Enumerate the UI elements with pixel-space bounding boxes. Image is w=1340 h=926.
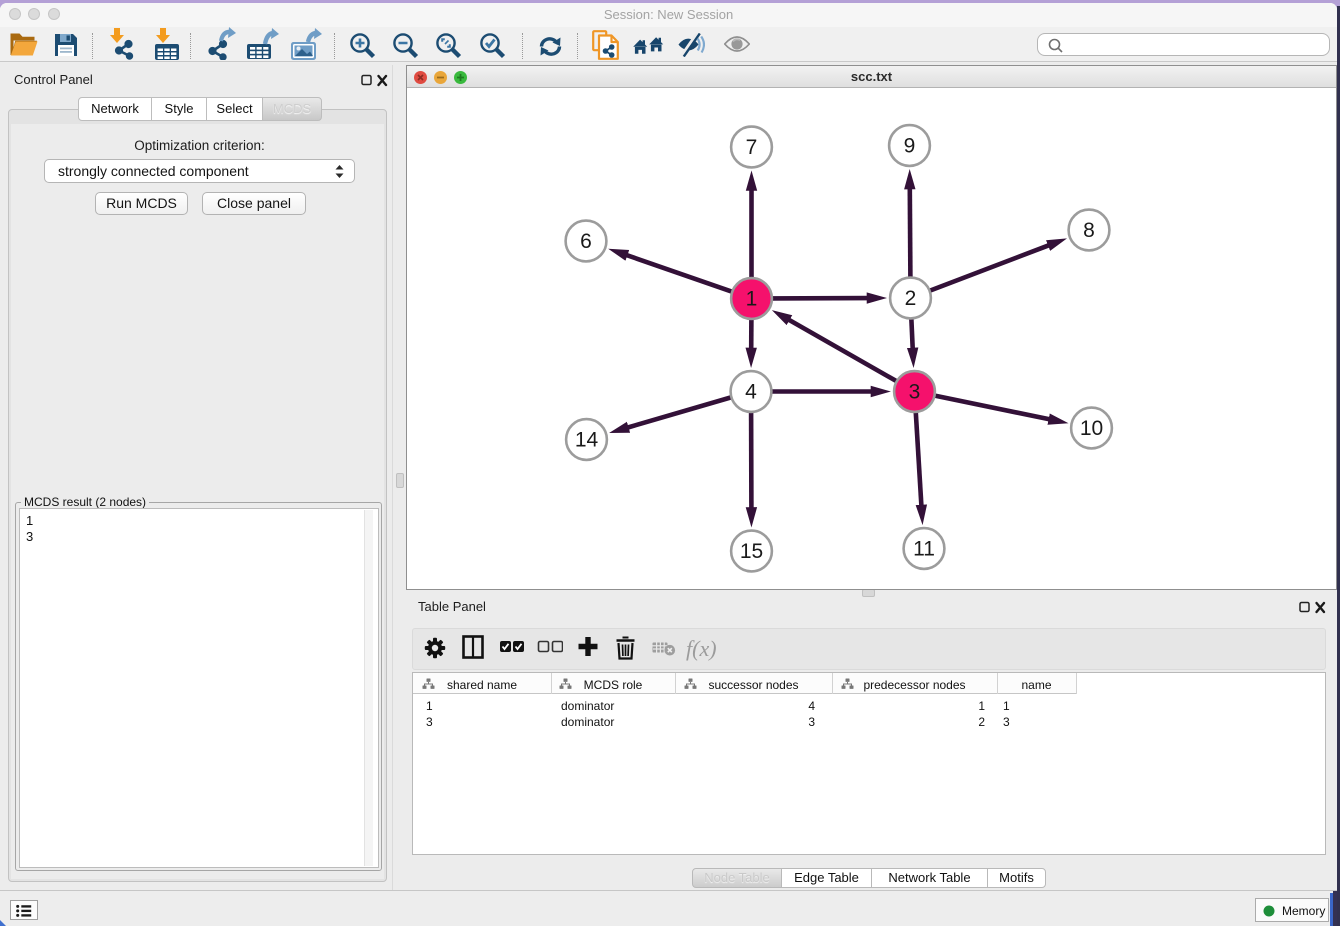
svg-text:4: 4 [745, 381, 757, 404]
svg-text:1: 1 [746, 288, 758, 311]
svg-text:11: 11 [913, 538, 935, 561]
svg-text:2: 2 [905, 287, 917, 310]
svg-text:9: 9 [904, 135, 916, 158]
svg-text:3: 3 [909, 381, 921, 404]
svg-text:15: 15 [740, 540, 763, 563]
svg-text:7: 7 [746, 136, 758, 159]
svg-text:10: 10 [1080, 417, 1103, 440]
svg-text:8: 8 [1083, 219, 1095, 242]
svg-text:6: 6 [580, 230, 592, 253]
svg-text:14: 14 [575, 429, 599, 452]
